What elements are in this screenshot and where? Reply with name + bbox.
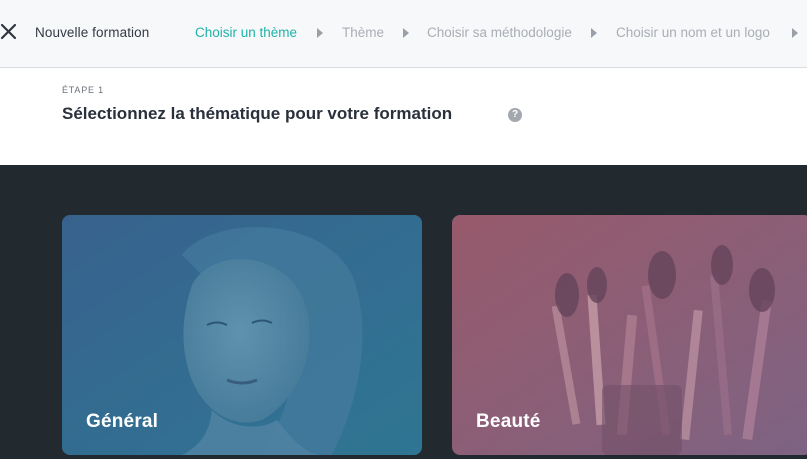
page-heading: Sélectionnez la thématique pour votre fo… xyxy=(62,104,453,123)
page-title: Nouvelle formation xyxy=(35,25,150,40)
step-label: ÉTAPE 1 xyxy=(62,85,104,95)
step-theme[interactable]: Thème xyxy=(342,25,384,40)
caret-right-icon xyxy=(403,28,409,38)
step-methodologie[interactable]: Choisir sa méthodologie xyxy=(427,25,572,40)
close-icon[interactable] xyxy=(0,23,18,41)
step-nom-logo[interactable]: Choisir un nom et un logo xyxy=(616,25,770,40)
theme-card-label: Général xyxy=(86,411,159,432)
question-circle-icon[interactable]: ? xyxy=(508,108,522,122)
theme-card-beaute[interactable]: Beauté xyxy=(452,215,807,455)
theme-card-general[interactable]: Général xyxy=(62,215,422,455)
theme-card-label: Beauté xyxy=(476,411,541,432)
caret-right-icon xyxy=(317,28,323,38)
top-bar: Nouvelle formation Choisir un thème Thèm… xyxy=(0,0,807,68)
step-choisir-theme[interactable]: Choisir un thème xyxy=(195,25,297,40)
caret-right-icon xyxy=(591,28,597,38)
caret-right-icon xyxy=(792,28,798,38)
